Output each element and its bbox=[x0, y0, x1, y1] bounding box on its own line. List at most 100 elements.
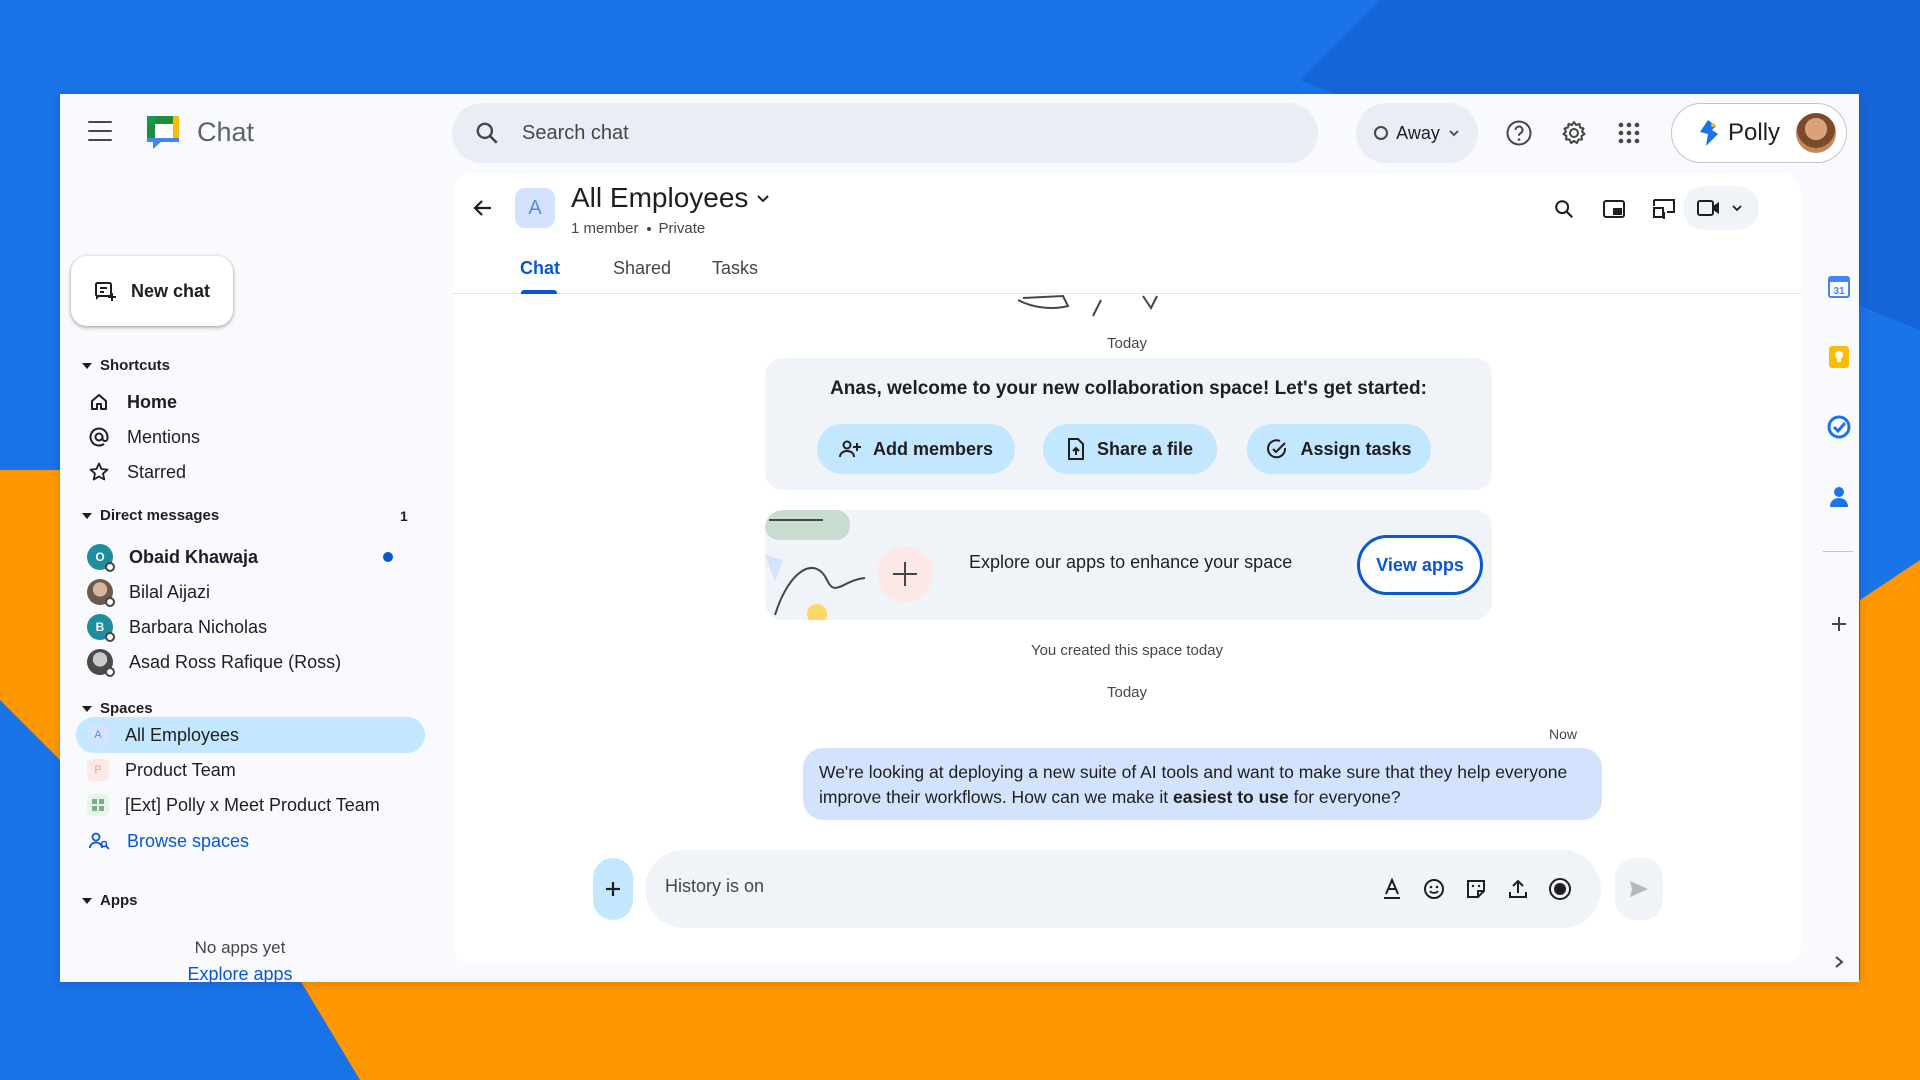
message-input[interactable] bbox=[665, 876, 1365, 897]
conversation-panel: A All Employees 1 member Private Chat Sh… bbox=[453, 174, 1801, 964]
dm-barbara-nicholas[interactable]: B Barbara Nicholas bbox=[87, 611, 407, 643]
tab-shared[interactable]: Shared bbox=[613, 258, 671, 279]
search-bar[interactable] bbox=[452, 103, 1318, 163]
tasks-icon[interactable] bbox=[1826, 414, 1852, 440]
space-label: All Employees bbox=[125, 724, 240, 745]
dm-bilal-aijazi[interactable]: Bilal Aijazi bbox=[87, 576, 407, 608]
button-label: Share a file bbox=[1096, 438, 1194, 459]
button-label: Add members bbox=[872, 438, 994, 459]
sidebar-item-home[interactable]: Home bbox=[87, 386, 407, 418]
sticker-icon[interactable] bbox=[1463, 876, 1489, 902]
add-members-button[interactable]: Add members bbox=[817, 424, 1015, 474]
section-title: Direct messages bbox=[100, 507, 220, 524]
new-chat-button[interactable]: New chat bbox=[71, 256, 233, 326]
space-all-employees[interactable]: A All Employees bbox=[76, 717, 425, 753]
apps-section-header[interactable]: Apps bbox=[82, 892, 138, 909]
start-meeting-button[interactable] bbox=[1683, 186, 1759, 230]
space-meta: 1 member Private bbox=[571, 220, 705, 237]
pop-out-icon[interactable] bbox=[1599, 194, 1629, 224]
space-visibility: Private bbox=[658, 220, 706, 237]
message-composer bbox=[645, 850, 1601, 928]
calendar-icon[interactable]: 31 bbox=[1826, 274, 1852, 300]
record-icon[interactable] bbox=[1547, 876, 1573, 902]
account-switcher[interactable]: Polly bbox=[1671, 103, 1847, 163]
chevron-down-icon bbox=[1449, 130, 1459, 137]
home-icon bbox=[87, 390, 111, 414]
main-menu-icon[interactable] bbox=[88, 121, 112, 141]
space-avatar: A bbox=[87, 724, 109, 746]
text-format-icon[interactable] bbox=[1379, 876, 1405, 902]
button-label: Assign tasks bbox=[1300, 438, 1412, 459]
avatar-initial: O bbox=[95, 550, 105, 564]
assign-tasks-button[interactable]: Assign tasks bbox=[1247, 424, 1431, 474]
apps-grid-icon[interactable] bbox=[1614, 118, 1644, 148]
dm-label: Obaid Khawaja bbox=[129, 546, 259, 567]
share-file-button[interactable]: Share a file bbox=[1043, 424, 1217, 474]
add-attachment-button[interactable] bbox=[593, 858, 633, 920]
account-label: Polly bbox=[1728, 119, 1781, 146]
dm-asad-ross-rafique[interactable]: Asad Ross Rafique (Ross) bbox=[87, 646, 407, 678]
dm-obaid-khawaja[interactable]: O Obaid Khawaja bbox=[87, 541, 407, 573]
direct-messages-section-header[interactable]: Direct messages bbox=[82, 507, 219, 524]
tab-tasks[interactable]: Tasks bbox=[712, 258, 758, 279]
browse-spaces-link[interactable]: Browse spaces bbox=[87, 825, 407, 857]
section-title: Spaces bbox=[100, 700, 153, 717]
space-label: [Ext] Polly x Meet Product Team bbox=[125, 794, 380, 815]
date-divider: Today bbox=[1106, 684, 1148, 701]
chevron-right-icon[interactable] bbox=[1826, 949, 1852, 975]
plus-icon bbox=[606, 882, 620, 896]
view-apps-button[interactable]: View apps bbox=[1357, 535, 1483, 595]
caret-down-icon bbox=[82, 897, 92, 904]
message-timestamp: Now bbox=[1549, 726, 1578, 742]
section-title: Apps bbox=[100, 892, 138, 909]
search-input[interactable] bbox=[522, 121, 1222, 145]
status-label: Away bbox=[1396, 122, 1440, 143]
help-icon[interactable] bbox=[1504, 118, 1534, 148]
user-avatar bbox=[1796, 113, 1836, 153]
message-bold-text: easiest to use bbox=[1173, 787, 1289, 807]
status-ring-icon bbox=[1374, 126, 1389, 140]
tab-chat[interactable]: Chat bbox=[520, 258, 560, 279]
space-title-dropdown[interactable]: All Employees bbox=[571, 182, 770, 214]
message-bubble[interactable]: We're looking at deploying a new suite o… bbox=[803, 748, 1602, 820]
sidebar-item-label: Mentions bbox=[127, 426, 201, 447]
chat-logo-icon bbox=[147, 116, 179, 149]
sidebar-item-mentions[interactable]: Mentions bbox=[87, 421, 407, 453]
space-ext-polly-meet[interactable]: [Ext] Polly x Meet Product Team bbox=[87, 789, 407, 821]
upload-icon[interactable] bbox=[1505, 876, 1531, 902]
chat-window: Chat Away Polly bbox=[60, 94, 1859, 982]
emoji-icon[interactable] bbox=[1421, 876, 1447, 902]
shortcuts-section-header[interactable]: Shortcuts bbox=[82, 357, 170, 374]
avatar: O bbox=[87, 544, 115, 572]
settings-gear-icon[interactable] bbox=[1559, 118, 1589, 148]
active-tab-indicator bbox=[521, 290, 557, 294]
contacts-icon[interactable] bbox=[1826, 484, 1852, 510]
spaces-section-header[interactable]: Spaces bbox=[82, 700, 153, 717]
app-logo[interactable]: Chat bbox=[143, 112, 254, 152]
side-panel-rail: 31 bbox=[1818, 174, 1859, 982]
back-arrow-icon[interactable] bbox=[471, 196, 497, 222]
app-name: Chat bbox=[197, 116, 255, 147]
task-check-icon bbox=[1267, 439, 1287, 459]
add-addon-icon[interactable] bbox=[1826, 611, 1852, 637]
keep-icon[interactable] bbox=[1826, 344, 1852, 370]
send-button[interactable] bbox=[1615, 858, 1663, 920]
space-product-team[interactable]: P Product Team bbox=[87, 754, 407, 786]
dm-label: Barbara Nicholas bbox=[129, 616, 268, 637]
section-title: Shortcuts bbox=[100, 357, 171, 374]
new-chat-icon bbox=[95, 282, 116, 301]
space-created-notice: You created this space today bbox=[1030, 642, 1224, 659]
status-selector[interactable]: Away bbox=[1356, 103, 1478, 163]
polly-logo-icon bbox=[1700, 120, 1718, 146]
dm-label: Asad Ross Rafique (Ross) bbox=[129, 651, 342, 672]
explore-apps-link[interactable]: Explore apps bbox=[60, 964, 420, 982]
present-screen-icon[interactable] bbox=[1649, 194, 1679, 224]
sidebar: New chat Shortcuts Home Mentions Starred… bbox=[60, 174, 425, 982]
add-people-icon bbox=[838, 440, 861, 458]
video-camera-icon bbox=[1697, 200, 1719, 216]
caret-down-icon bbox=[82, 362, 92, 369]
sidebar-item-starred[interactable]: Starred bbox=[87, 456, 407, 488]
search-in-space-icon[interactable] bbox=[1549, 194, 1579, 224]
sidebar-item-label: Starred bbox=[127, 461, 187, 482]
browse-spaces-icon bbox=[87, 829, 111, 853]
